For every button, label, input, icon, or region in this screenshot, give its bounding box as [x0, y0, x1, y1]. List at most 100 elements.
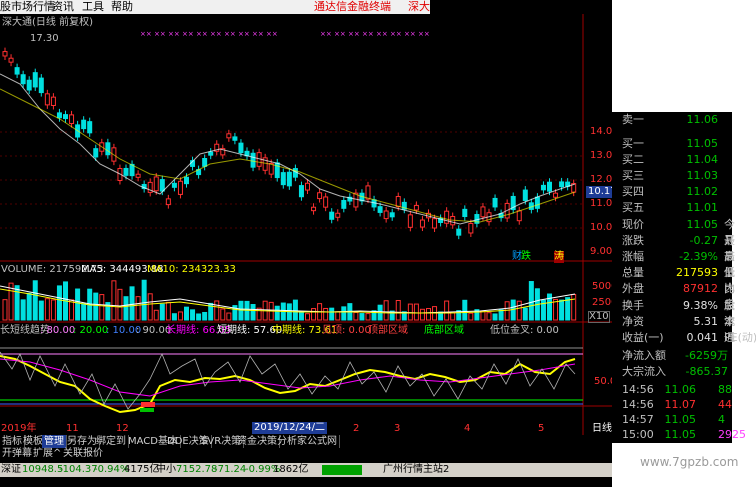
candle	[165, 198, 171, 206]
tab-manage[interactable]: 管理	[42, 435, 67, 448]
candle	[389, 212, 395, 218]
menu-market[interactable]: 股市场行情	[0, 0, 55, 14]
candle	[329, 211, 335, 220]
signal-mark: ××	[266, 30, 278, 38]
candle	[395, 196, 401, 208]
candle	[365, 185, 371, 200]
candle	[2, 51, 8, 57]
candle	[123, 167, 129, 176]
volume-bar	[50, 299, 56, 321]
menu-tools[interactable]: 工具	[82, 0, 104, 14]
volume-bar	[292, 299, 298, 321]
candle	[559, 181, 565, 188]
volume-bar	[522, 307, 528, 321]
volume-bar	[274, 305, 280, 321]
candle	[184, 176, 189, 185]
candle	[377, 206, 383, 213]
period-tab[interactable]: 日线	[592, 423, 612, 435]
promo-link[interactable]: 通达信金融终端	[314, 0, 391, 14]
sz-index-name: 深证	[1, 464, 21, 475]
candle	[50, 96, 56, 106]
tick-row: 14:56 11.07 44	[622, 398, 732, 411]
signal-mark: ××	[334, 30, 346, 38]
volume-bar	[298, 311, 304, 321]
quote-sell1: 卖一 11.06	[622, 113, 718, 126]
signal-mark: ××	[140, 30, 152, 38]
candle	[63, 114, 68, 120]
candle	[432, 218, 438, 229]
candle	[202, 157, 208, 167]
tick-row: 15:00 11.05 2925	[622, 428, 746, 441]
tab-formula-net[interactable]: 分析家公式网	[275, 435, 340, 448]
indicator-v1: : 80.00	[40, 325, 76, 336]
quote-buy5: 买五 11.01	[622, 201, 718, 214]
volume-bar	[190, 309, 196, 321]
candle	[547, 181, 552, 192]
volume-bar	[353, 312, 359, 321]
date-axis-mark: 11	[66, 423, 79, 434]
volume-bar	[341, 306, 347, 321]
quote-outer: 外盘 87912 内盘	[622, 282, 735, 311]
tab-capital[interactable]: 资金决策	[235, 435, 280, 448]
volume-bar	[565, 297, 571, 321]
kline-chart[interactable]: ×× ×× ×× ×× ×× ×× ×× ×× ×× ×× ×× ×× ×× ×× ×× ×× ×× ××	[0, 14, 612, 435]
date-axis-mark: 2	[353, 423, 360, 434]
quote-buy4: 买四 11.02	[622, 185, 718, 198]
signal-mark: ××	[348, 30, 360, 38]
candle	[208, 151, 214, 156]
volume-bar	[56, 285, 62, 321]
signal-mark: ××	[390, 30, 402, 38]
volume-bar	[468, 312, 474, 321]
high-price-mark: 17.30	[30, 33, 59, 44]
volume-bar	[365, 313, 371, 321]
volume-bar	[359, 313, 365, 321]
menu-help[interactable]: 帮助	[111, 0, 133, 14]
volume-bar	[220, 308, 226, 321]
candle	[44, 93, 50, 106]
indicator-v2: : 20.00	[73, 325, 109, 336]
volume-bar	[335, 311, 341, 321]
volume-bar	[165, 301, 171, 321]
volume-bar	[20, 299, 26, 321]
news-badge[interactable]: 跌	[521, 251, 531, 263]
event-badge[interactable]: 涛	[554, 251, 564, 263]
candle	[14, 67, 20, 75]
quote-volume: 总量 217593 量比	[622, 266, 735, 295]
danmaku-button[interactable]: 开弹幕	[2, 448, 32, 460]
volume-bar	[498, 309, 504, 321]
volume-ma10: MA10: 234323.33	[147, 264, 236, 275]
signal-bar-icon	[322, 465, 362, 475]
volume-bar	[184, 306, 189, 321]
candle	[311, 206, 317, 212]
candle	[32, 72, 38, 88]
volume-bar	[196, 313, 202, 321]
candle	[250, 152, 256, 168]
indicator-tabs: 指标 模板 管理 另存为 绑定到 MACD基本 DDE决策 SVR决策 资金决策…	[0, 435, 612, 448]
expand-button[interactable]: 扩展^	[33, 448, 61, 460]
menu-news[interactable]: 资讯	[52, 0, 74, 14]
signal-mark: ××	[238, 30, 250, 38]
quote-net-inflow: 净流入额 -6259万	[622, 349, 728, 362]
volume-bar	[383, 300, 389, 321]
quote-block-inflow: 大宗流入 -865.37	[622, 365, 728, 378]
linked-quote-button[interactable]: 关联报价	[63, 448, 103, 460]
quote-buy2: 买二 11.04	[622, 153, 718, 166]
tab-bind[interactable]: 绑定到	[94, 435, 129, 448]
candle	[171, 182, 177, 188]
signal-mark: ××	[320, 30, 332, 38]
volume-bar	[323, 307, 329, 321]
candle	[26, 79, 32, 91]
quote-net-assets: 净资 5.31 流通	[622, 315, 735, 344]
candle	[286, 171, 292, 187]
date-axis-year: 2019年	[1, 423, 37, 434]
quote-price: 现价 11.05 今开	[622, 218, 735, 247]
status-bar: 深证 10948.5 -104.37 -0.94% 4175亿 中小 7152.…	[0, 463, 612, 477]
candle	[238, 142, 244, 154]
volume-bar	[2, 299, 8, 321]
candle	[69, 114, 75, 125]
volume-bar	[141, 279, 147, 321]
volume-bar	[462, 299, 468, 321]
candle	[492, 197, 498, 208]
volume-bar	[26, 292, 32, 321]
volume-bar	[492, 313, 498, 321]
